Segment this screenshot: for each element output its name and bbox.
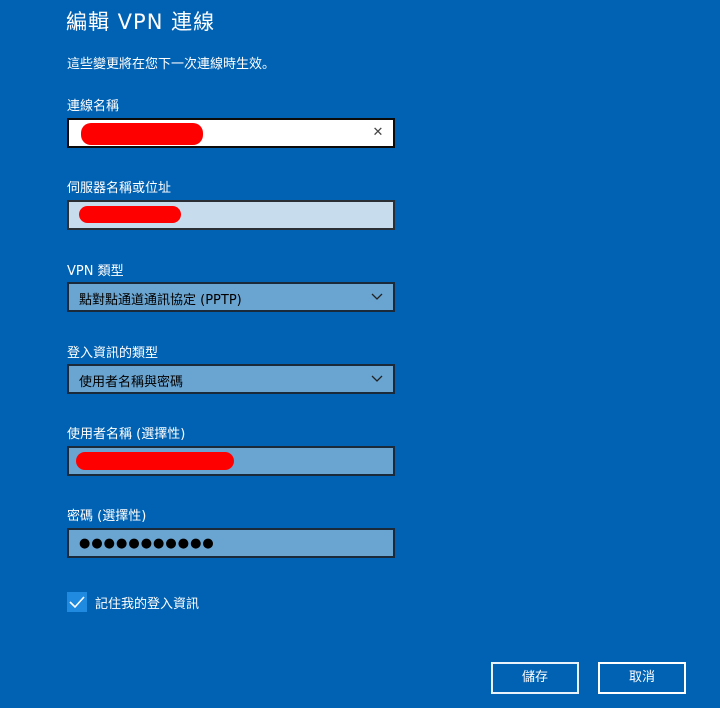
vpn-type-label: VPN 類型 [67, 264, 124, 279]
connection-name-label: 連線名稱 [67, 99, 120, 114]
chevron-down-icon [371, 375, 383, 382]
connection-name-input[interactable]: ✕ [67, 118, 395, 148]
remember-signin-checkbox[interactable] [67, 592, 87, 612]
close-icon[interactable]: ✕ [371, 124, 385, 142]
server-address-input[interactable] [67, 200, 395, 230]
server-address-label: 伺服器名稱或位址 [67, 181, 172, 196]
edit-vpn-connection-dialog: 編輯 VPN 連線 這些變更將在您下一次連線時生效。 連線名稱 ✕ 伺服器名稱或… [0, 0, 720, 708]
chevron-down-icon [371, 293, 383, 300]
signin-type-select[interactable]: 使用者名稱與密碼 [67, 364, 395, 394]
username-input[interactable] [67, 446, 395, 476]
redaction-mark [81, 123, 203, 145]
page-subtitle: 這些變更將在您下一次連線時生效。 [67, 57, 276, 72]
cancel-button[interactable]: 取消 [598, 662, 686, 694]
vpn-type-select[interactable]: 點對點通道通訊協定 (PPTP) [67, 282, 395, 312]
checkmark-icon [69, 596, 85, 609]
vpn-type-selected: 點對點通道通訊協定 (PPTP) [79, 293, 242, 308]
username-label: 使用者名稱 (選擇性) [67, 427, 186, 442]
password-label: 密碼 (選擇性) [67, 509, 147, 524]
password-masked-value: ●●●●●●●●●●● [79, 536, 215, 551]
password-input[interactable]: ●●●●●●●●●●● [67, 528, 395, 558]
remember-signin-label: 記住我的登入資訊 [95, 597, 200, 612]
page-title: 編輯 VPN 連線 [66, 10, 216, 34]
redaction-mark [76, 452, 234, 470]
signin-type-label: 登入資訊的類型 [67, 346, 159, 361]
redaction-mark [79, 206, 181, 223]
save-button[interactable]: 儲存 [491, 662, 579, 694]
signin-type-selected: 使用者名稱與密碼 [79, 375, 184, 390]
